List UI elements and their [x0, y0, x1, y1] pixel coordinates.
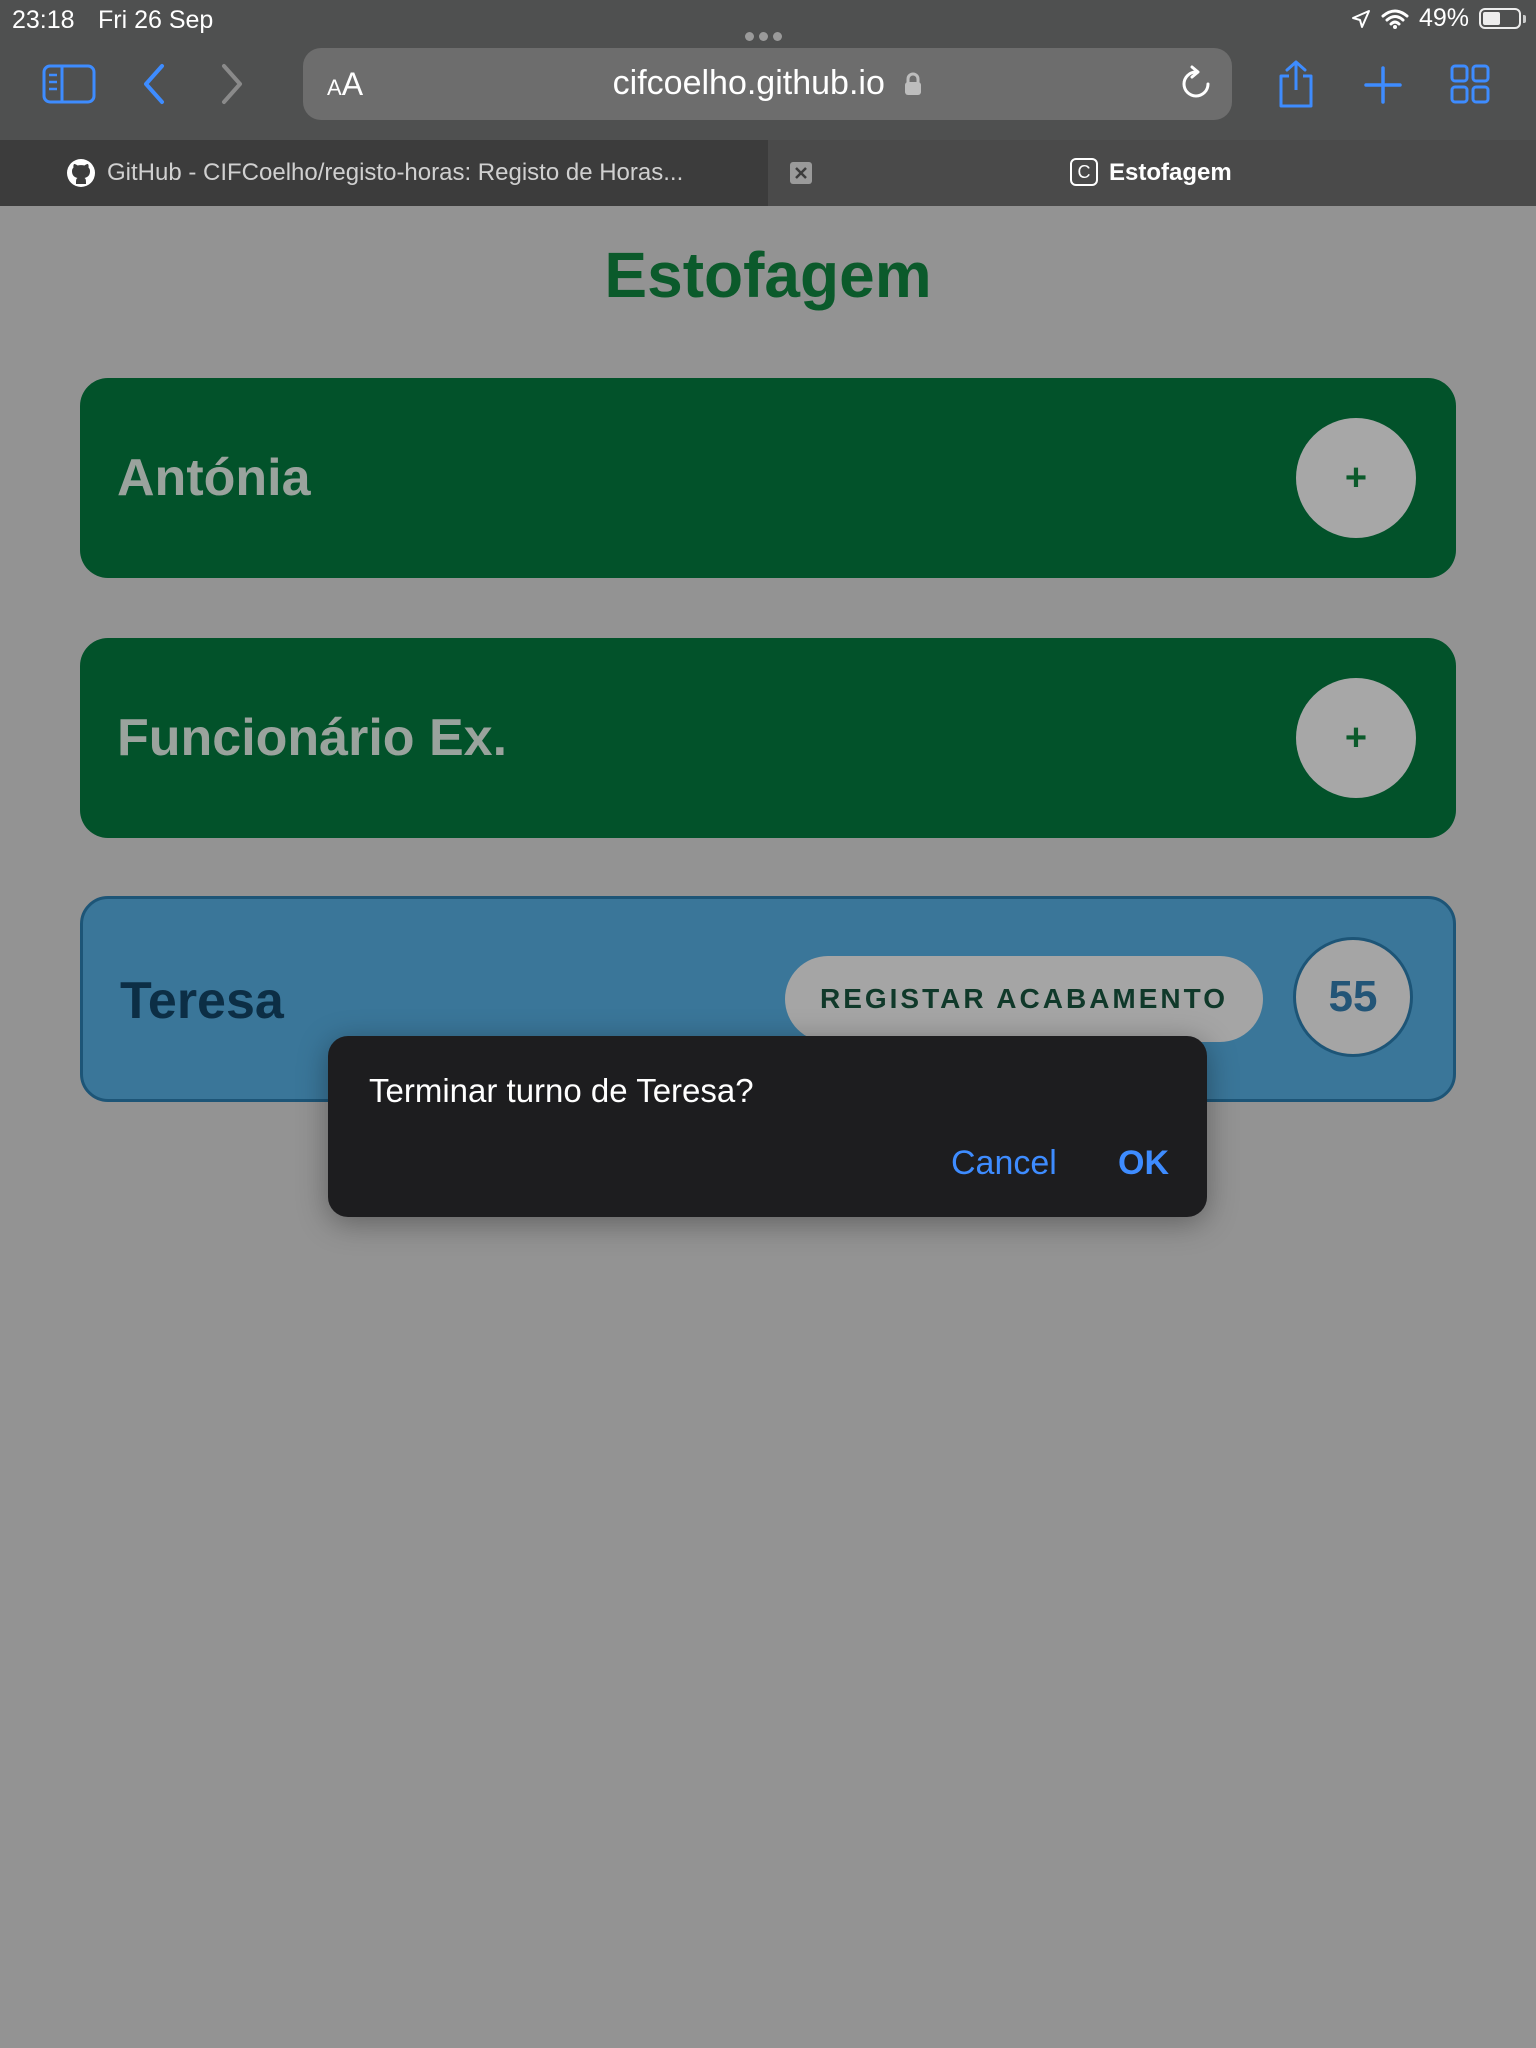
share-icon[interactable]: [1276, 60, 1316, 108]
github-icon: [66, 158, 96, 193]
tab-overview-icon[interactable]: [1450, 64, 1490, 104]
employee-name: Antónia: [117, 449, 311, 507]
reload-icon[interactable]: [1178, 64, 1214, 107]
new-tab-icon[interactable]: [1364, 66, 1402, 104]
url-text: cifcoelho.github.io: [612, 64, 885, 102]
registar-acabamento-button[interactable]: REGISTAR ACABAMENTO: [785, 956, 1263, 1042]
dialog-message: Terminar turno de Teresa?: [369, 1072, 754, 1109]
battery-icon: [1479, 8, 1521, 29]
tab-estofagem[interactable]: C Estofagem: [768, 140, 1536, 206]
start-shift-button[interactable]: +: [1296, 678, 1416, 798]
tab-bar: GitHub - CIFCoelho/registo-horas: Regist…: [0, 140, 1536, 206]
status-right: 49%: [1351, 4, 1526, 33]
tab-favicon: C: [1070, 158, 1098, 186]
location-arrow-icon: [1351, 9, 1370, 28]
browser-toolbar: AA cifcoelho.github.io: [0, 40, 1536, 140]
employee-name: Funcionário Ex.: [117, 709, 508, 767]
wifi-icon: [1381, 9, 1409, 29]
sidebar-toggle-icon[interactable]: [42, 64, 96, 104]
employee-name: Teresa: [120, 972, 284, 1030]
lock-icon: [904, 66, 922, 105]
address-bar[interactable]: AA cifcoelho.github.io: [303, 48, 1232, 120]
employee-card-antonia[interactable]: Antónia +: [80, 378, 1456, 578]
status-time: 23:18: [12, 6, 75, 34]
employee-card-funcionario[interactable]: Funcionário Ex. +: [80, 638, 1456, 838]
tab-github-label: GitHub - CIFCoelho/registo-horas: Regist…: [107, 159, 684, 186]
confirm-dialog: Terminar turno de Teresa? Cancel OK: [328, 1036, 1207, 1217]
status-bar: 23:18 Fri 26 Sep 49%: [0, 0, 1536, 41]
forward-icon[interactable]: [218, 62, 246, 106]
start-shift-button[interactable]: +: [1296, 418, 1416, 538]
order-count-badge[interactable]: 55: [1293, 937, 1413, 1057]
back-icon[interactable]: [140, 62, 168, 106]
cancel-button[interactable]: Cancel: [951, 1144, 1057, 1183]
tab-github[interactable]: GitHub - CIFCoelho/registo-horas: Regist…: [0, 140, 768, 206]
status-date: Fri 26 Sep: [98, 6, 214, 34]
page-title: Estofagem: [604, 239, 932, 311]
ok-button[interactable]: OK: [1118, 1144, 1169, 1183]
tab-estofagem-label: Estofagem: [1109, 159, 1232, 186]
battery-percent: 49%: [1418, 4, 1469, 32]
browser-chrome: 23:18 Fri 26 Sep 49% AA cifcoelho.github…: [0, 0, 1536, 206]
